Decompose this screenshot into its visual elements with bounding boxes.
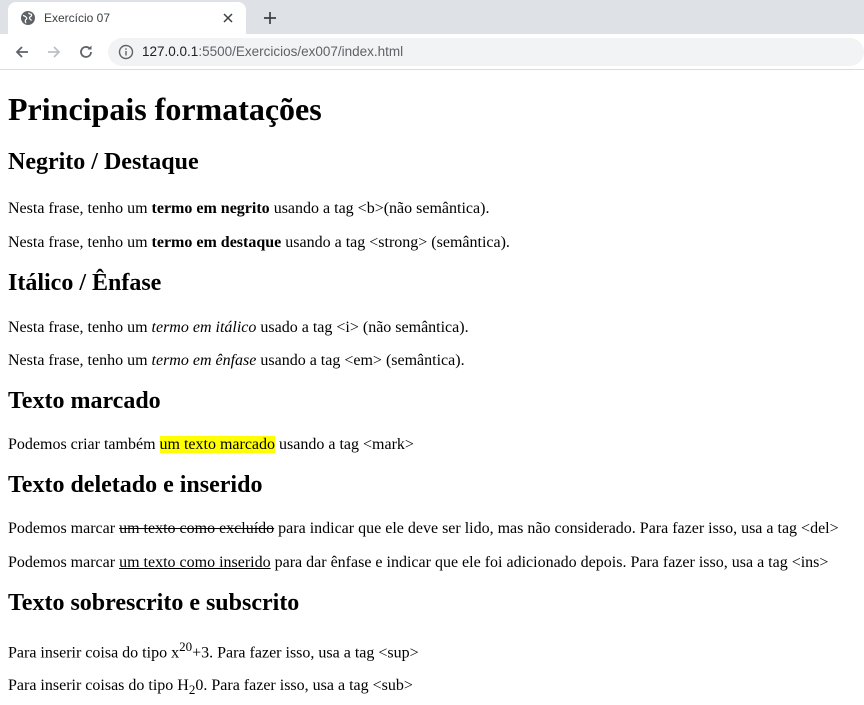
reload-icon <box>80 45 92 58</box>
globe-icon <box>20 10 36 26</box>
text: Podemos marcar <box>8 520 120 537</box>
text: usado a tag <i> (não semântica). <box>256 319 469 336</box>
forward-button[interactable] <box>38 36 70 68</box>
url-host: 127.0.0.1 <box>142 44 199 59</box>
arrow-left-icon <box>15 45 28 58</box>
paragraph-italic: Nesta frase, tenho um termo em itálico u… <box>8 319 856 337</box>
text: Podemos marcar <box>8 554 120 571</box>
text: para indicar que ele deve ser lido, mas … <box>274 520 839 537</box>
address-bar[interactable]: 127.0.0.1:5500/Exercicios/ex007/index.ht… <box>108 37 864 66</box>
url-path: :5500/Exercicios/ex007/index.html <box>198 44 404 59</box>
paragraph-del: Podemos marcar um texto como excluído pa… <box>8 520 856 538</box>
info-icon[interactable] <box>118 44 134 60</box>
page-title: Principais formatações <box>8 91 322 127</box>
active-tab[interactable]: Exercício 07 <box>8 2 246 34</box>
text: Nesta frase, tenho um <box>8 234 152 251</box>
paragraph-sub: Para inserir coisas do tipo H20. Para fa… <box>8 677 856 699</box>
paragraph-strong: Nesta frase, tenho um termo em destaque … <box>8 234 856 252</box>
text: Nesta frase, tenho um <box>8 200 152 217</box>
text: Nesta frase, tenho um <box>8 319 152 336</box>
browser-toolbar: 127.0.0.1:5500/Exercicios/ex007/index.ht… <box>0 34 864 70</box>
emphasis-term: termo em ênfase <box>151 352 257 369</box>
tab-title: Exercício 07 <box>44 11 111 25</box>
heading-del-ins: Texto deletado e inserido <box>8 472 263 498</box>
plus-icon <box>264 12 276 24</box>
tab-strip: Exercício 07 <box>0 0 864 34</box>
close-tab-icon[interactable] <box>220 10 236 26</box>
paragraph-bold: Nesta frase, tenho um termo em negrito u… <box>8 200 856 218</box>
italic-term: termo em itálico <box>151 319 257 336</box>
text: Para inserir coisas do tipo H <box>8 677 189 695</box>
marked-term: um texto marcado <box>159 436 276 453</box>
heading-mark: Texto marcado <box>8 388 161 414</box>
paragraph-sup: Para inserir coisa do tipo x20+3. Para f… <box>8 638 856 662</box>
heading-sup-sub: Texto sobrescrito e subscrito <box>8 590 300 616</box>
inserted-term: um texto como inserido <box>119 554 271 571</box>
text: 0. Para fazer isso, usa a tag <sub> <box>195 677 413 695</box>
back-button[interactable] <box>6 36 38 68</box>
heading-bold: Negrito / Destaque <box>8 149 199 175</box>
new-tab-button[interactable] <box>259 7 281 29</box>
paragraph-mark: Podemos criar também um texto marcado us… <box>8 436 856 454</box>
heading-italic: Itálico / Ênfase <box>8 270 162 296</box>
arrow-right-icon <box>48 45 61 58</box>
bold-term: termo em negrito <box>151 200 270 217</box>
text: usando a tag <b>(não semântica). <box>269 200 490 217</box>
text: usando a tag <strong> (semântica). <box>281 234 510 251</box>
text: usando a tag <em> (semântica). <box>256 352 465 369</box>
text: +3. Para fazer isso, usa a tag <sup> <box>192 644 419 662</box>
url-text: 127.0.0.1:5500/Exercicios/ex007/index.ht… <box>142 44 403 59</box>
text: Podemos criar também <box>8 436 160 453</box>
strong-term: termo em destaque <box>151 234 282 251</box>
paragraph-ins: Podemos marcar um texto como inserido pa… <box>8 554 856 572</box>
deleted-term: um texto como excluído <box>119 520 275 537</box>
text: usando a tag <mark> <box>275 436 414 453</box>
page-content: Principais formatações Negrito / Destaqu… <box>0 91 864 700</box>
text: para dar ênfase e indicar que ele foi ad… <box>270 554 829 571</box>
text: Para inserir coisa do tipo x <box>8 644 180 662</box>
paragraph-emphasis: Nesta frase, tenho um termo em ênfase us… <box>8 352 856 370</box>
reload-button[interactable] <box>70 36 102 68</box>
superscript: 20 <box>179 639 193 654</box>
text: Nesta frase, tenho um <box>8 352 152 369</box>
